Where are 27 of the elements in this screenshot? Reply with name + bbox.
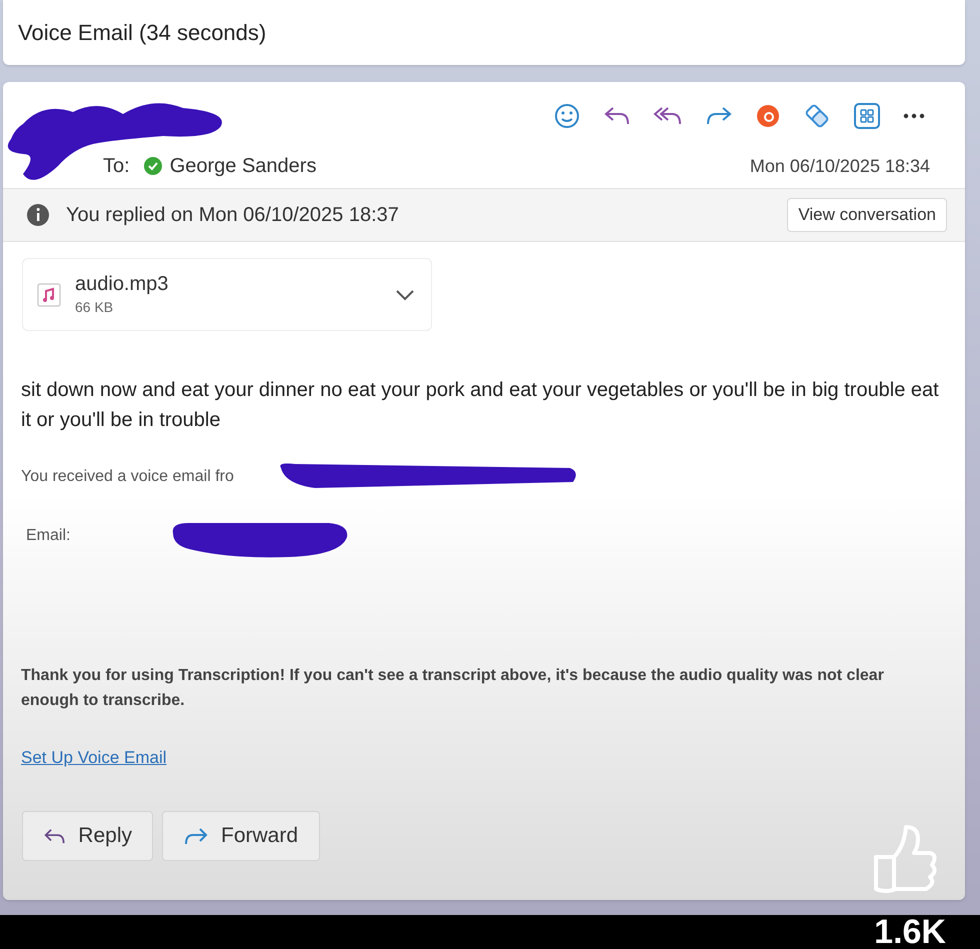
reply-notice: You replied on Mon 06/10/2025 18:37 bbox=[66, 203, 399, 228]
recipient-name[interactable]: George Sanders bbox=[170, 151, 316, 181]
attachment-card[interactable]: audio.mp3 66 KB bbox=[22, 258, 432, 331]
forward-icon bbox=[183, 826, 209, 846]
emoji-icon[interactable] bbox=[553, 102, 581, 130]
like-count: 1.6K bbox=[874, 915, 946, 949]
reply-button[interactable]: Reply bbox=[22, 811, 153, 861]
set-up-voice-email-link[interactable]: Set Up Voice Email bbox=[21, 745, 167, 770]
apps-grid-icon[interactable] bbox=[853, 102, 881, 130]
diamond-app-icon[interactable] bbox=[803, 102, 831, 130]
attachment-size: 66 KB bbox=[75, 298, 114, 316]
chevron-down-icon[interactable] bbox=[395, 288, 415, 300]
email-label: Email: bbox=[26, 526, 70, 546]
info-icon bbox=[26, 203, 50, 227]
received-line: You received a voice email fro bbox=[21, 467, 234, 487]
subject: Voice Email (34 seconds) bbox=[18, 19, 266, 47]
transcript: sit down now and eat your dinner no eat your pork and eat your vegetables or you'll be in big trouble eat it or you'll be in trouble bbox=[21, 378, 940, 433]
view-conversation-button[interactable]: View conversation bbox=[787, 198, 947, 232]
sent-date: Mon 06/10/2025 18:34 bbox=[750, 155, 930, 178]
thanks-note: Thank you for using Transcription! If you can't see a transcript above, it's because the audio quality was not clear enough to transcribe. bbox=[21, 666, 885, 711]
to-label: To: bbox=[103, 154, 130, 179]
check-icon bbox=[144, 157, 162, 175]
forward-button[interactable]: Forward bbox=[162, 811, 320, 861]
app-icon[interactable] bbox=[755, 103, 781, 129]
more-icon[interactable] bbox=[903, 113, 925, 119]
audio-file-icon bbox=[37, 282, 61, 306]
attachment-name: audio.mp3 bbox=[75, 272, 168, 296]
